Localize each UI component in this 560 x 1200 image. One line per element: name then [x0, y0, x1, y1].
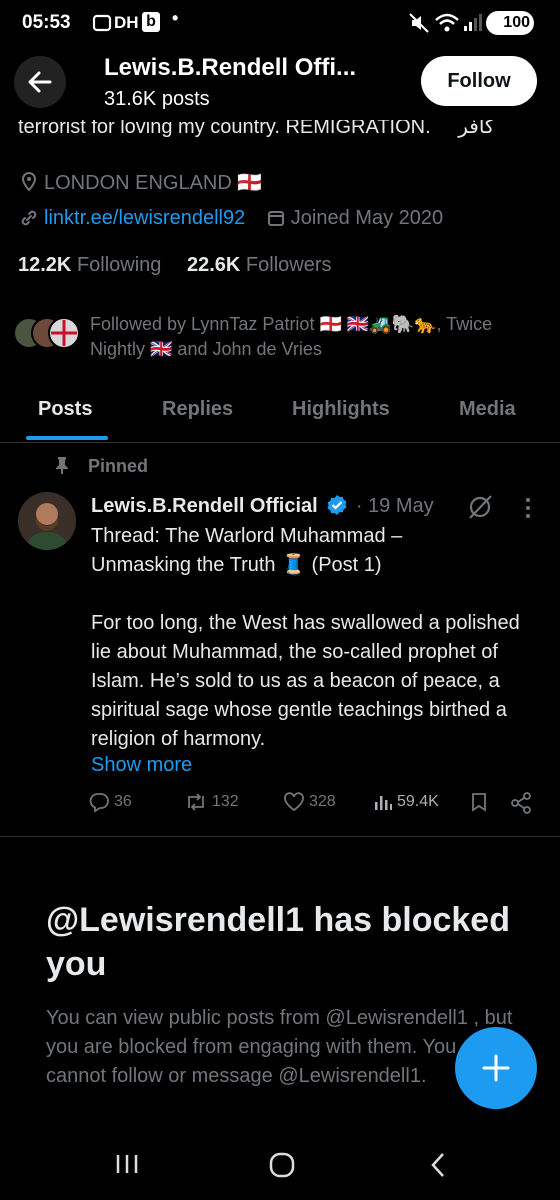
- share-icon: [511, 792, 531, 814]
- b-app-icon: b: [142, 12, 160, 32]
- views-count: 59.4K: [397, 793, 439, 810]
- dh-app-icon: DH: [114, 13, 139, 32]
- divider: [0, 836, 560, 837]
- compose-button[interactable]: [455, 1027, 537, 1109]
- profile-link[interactable]: linktr.ee/lewisrendell92: [44, 207, 245, 229]
- followers-label: Followers: [245, 254, 332, 276]
- status-bar: 05:53 DH b • 100: [0, 0, 560, 46]
- profile-link-row: linktr.ee/lewisrendell92 Joined May 2020: [20, 207, 443, 230]
- bookmark-button[interactable]: [470, 792, 488, 812]
- back-nav-button[interactable]: [428, 1151, 448, 1184]
- following-link[interactable]: 12.2K Following: [18, 254, 161, 276]
- joined-date: Joined May 2020: [290, 207, 444, 229]
- share-button[interactable]: [510, 792, 532, 814]
- following-count: 12.2K: [18, 254, 72, 276]
- reply-button[interactable]: 36: [88, 792, 132, 812]
- back-button[interactable]: [14, 56, 66, 108]
- followers-count: 22.6K: [186, 254, 241, 276]
- show-more-link[interactable]: Show more: [91, 754, 192, 777]
- dot-icon: •: [172, 8, 179, 28]
- tab-replies[interactable]: Replies: [162, 398, 233, 421]
- more-options-icon[interactable]: [522, 496, 534, 525]
- mute-icon: [408, 12, 430, 40]
- link-icon: [21, 210, 37, 226]
- blocked-title: @Lewisrendell1 has blocked you: [46, 901, 510, 983]
- tweet-paragraph: For too long, the West has swallowed a p…: [91, 612, 520, 750]
- tweet-header: Lewis.B.Rendell Official · 19 May: [91, 494, 434, 518]
- location-text: LONDON ENGLAND 🏴󠁧󠁢󠁥󠁮󠁧󠁿: [44, 172, 263, 194]
- profile-tabs: Posts Replies Highlights Media: [0, 384, 560, 443]
- plus-icon: [482, 1054, 510, 1082]
- battery-indicator: 100: [486, 11, 534, 35]
- followed-by-line-1: Followed by LynnTaz Patriot 🏴󠁧󠁢󠁥󠁮󠁧󠁿 🇬🇧🚜🐘…: [90, 314, 493, 334]
- recent-apps-icon: [116, 1155, 138, 1173]
- profile-header: Lewis.B.Rendell Offi... 31.6K posts Foll…: [0, 44, 560, 120]
- pinned-label: Pinned: [54, 456, 148, 477]
- reply-icon: [89, 793, 109, 812]
- recent-apps-button[interactable]: [114, 1152, 140, 1181]
- like-count: 328: [309, 793, 336, 810]
- tweet-line-2: Unmasking the Truth 🧵 (Post 1): [91, 554, 382, 576]
- active-tab-indicator: [26, 436, 108, 440]
- followers-link[interactable]: 22.6K Followers: [187, 254, 332, 276]
- bookmark-icon: [472, 793, 486, 812]
- tweet-author[interactable]: Lewis.B.Rendell Official: [91, 495, 318, 517]
- system-nav-bar: [0, 1130, 560, 1200]
- views-button[interactable]: 59.4K: [373, 792, 439, 812]
- repost-button[interactable]: 132: [184, 792, 239, 812]
- tweet-body: Thread: The Warlord Muhammad – Unmasking…: [91, 522, 541, 754]
- home-button[interactable]: [268, 1151, 296, 1184]
- reply-count: 36: [114, 793, 132, 810]
- tab-posts[interactable]: Posts: [38, 398, 92, 421]
- tab-media[interactable]: Media: [459, 398, 516, 421]
- location-pin-icon: [21, 171, 37, 192]
- pinned-text: Pinned: [88, 456, 149, 476]
- back-chevron-icon: [431, 1153, 444, 1177]
- tweet-date: · 19 May: [355, 495, 434, 517]
- back-arrow-icon: [28, 71, 52, 93]
- heart-icon: [284, 792, 304, 812]
- tweet-line-1: Thread: The Warlord Muhammad –: [91, 525, 403, 547]
- repost-icon: [188, 793, 204, 811]
- repost-count: 132: [212, 793, 239, 810]
- header-post-count: 31.6K posts: [104, 88, 210, 110]
- pin-icon: [56, 457, 68, 474]
- battery-level: 100: [503, 14, 530, 31]
- status-time: 05:53: [22, 12, 71, 33]
- views-icon: [375, 796, 392, 810]
- tab-highlights[interactable]: Highlights: [292, 398, 390, 421]
- profile-location: LONDON ENGLAND 🏴󠁧󠁢󠁥󠁮󠁧󠁿: [20, 170, 262, 195]
- calendar-icon: [267, 211, 284, 226]
- like-button[interactable]: 328: [283, 792, 336, 812]
- blocked-description: You can view public posts from @Lewisren…: [46, 1007, 513, 1087]
- grok-icon[interactable]: [466, 494, 494, 525]
- avatar[interactable]: [18, 492, 76, 550]
- followed-by[interactable]: Followed by LynnTaz Patriot 🏴󠁧󠁢󠁥󠁮󠁧󠁿 🇬🇧🚜🐘…: [13, 312, 493, 362]
- follow-counts: 12.2K Following 22.6K Followers: [18, 254, 332, 277]
- follow-button[interactable]: Follow: [421, 56, 537, 106]
- followed-by-line-2: Nightly 🇬🇧 and John de Vries: [90, 339, 322, 359]
- signal-icon: [462, 12, 482, 38]
- header-name: Lewis.B.Rendell Offi...: [104, 54, 357, 81]
- mutual-avatars: [13, 316, 80, 350]
- tweet-actions: 36 132 328 59.4K: [88, 792, 538, 820]
- verified-badge-icon: [327, 495, 347, 515]
- home-icon: [269, 1152, 295, 1178]
- wifi-icon: [434, 12, 460, 40]
- author-avatar-image: [18, 492, 76, 550]
- following-label: Following: [76, 254, 162, 276]
- screen-icon: [92, 14, 112, 38]
